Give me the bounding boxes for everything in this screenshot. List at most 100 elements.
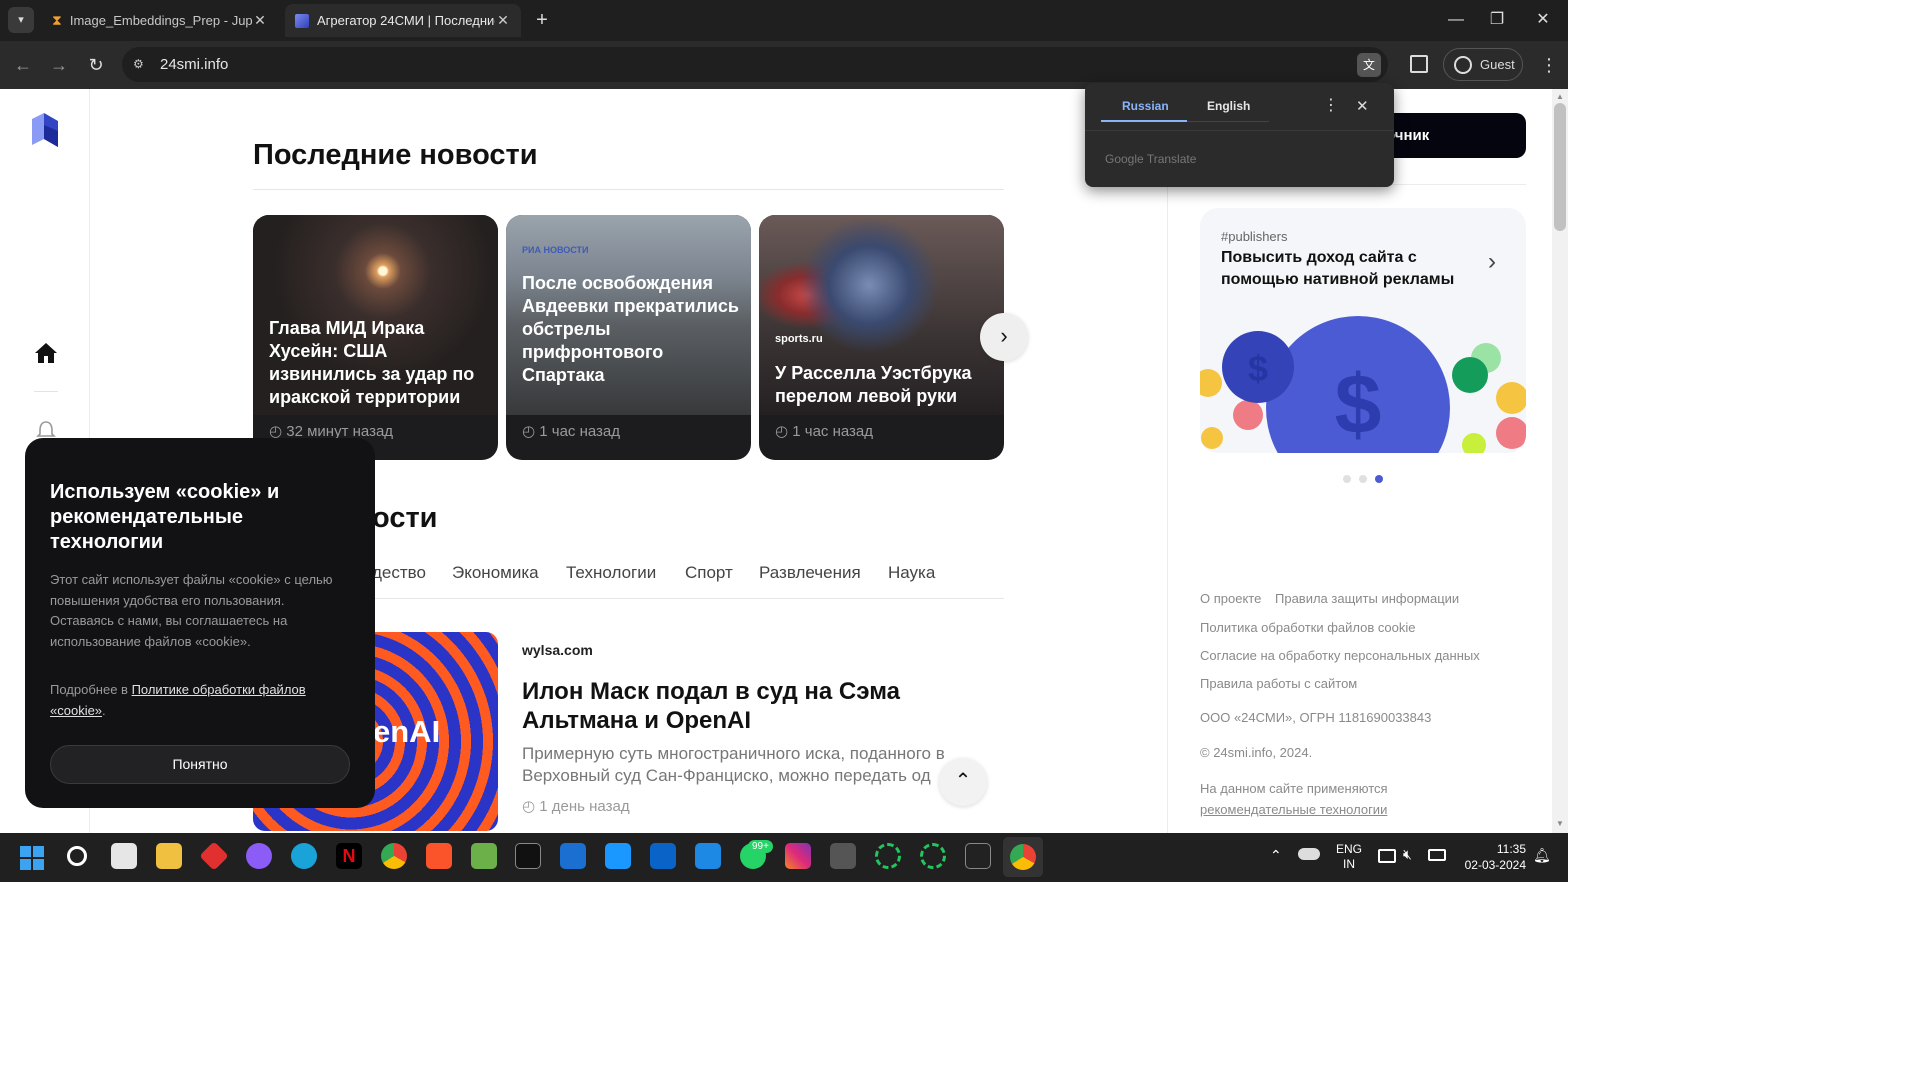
language-code: ENG [1336, 842, 1363, 856]
chevron-right-icon: › [1488, 248, 1496, 275]
terminal-icon[interactable] [515, 843, 541, 869]
cookie-accept-button[interactable]: Понятно [50, 745, 350, 784]
translate-tab-english[interactable]: English [1207, 99, 1250, 113]
footer-link-privacy[interactable]: Правила защиты информации [1275, 591, 1459, 606]
footer-link-consent[interactable]: Согласие на обработку персональных данны… [1200, 648, 1480, 663]
card-title: Глава МИД Ирака Хусейн: США извинились з… [269, 318, 475, 407]
rec-tech-link[interactable]: рекомендательные технологии [1200, 802, 1387, 817]
article-time: ◴ 1 день назад [522, 797, 630, 815]
promo-tag: #publishers [1221, 229, 1288, 244]
store-icon[interactable] [111, 843, 137, 869]
carousel-dots [1343, 470, 1383, 488]
footer-link-rules[interactable]: Правила работы с сайтом [1200, 676, 1357, 691]
app-red-icon[interactable] [199, 841, 229, 871]
tab-24smi[interactable]: Агрегатор 24СМИ | Последние ✕ [285, 4, 521, 37]
side-panel-icon[interactable] [1410, 55, 1428, 73]
company-info: ООО «24СМИ», ОГРН 1181690033843 [1200, 710, 1432, 725]
netflix-icon[interactable]: N [336, 843, 362, 869]
whatsapp-badge: 99+ [748, 840, 773, 853]
news-card[interactable]: Глава МИД Ирака Хусейн: США извинились з… [253, 215, 498, 460]
carousel-dot[interactable] [1359, 475, 1367, 483]
translate-close-icon[interactable]: ✕ [1356, 97, 1369, 115]
category-tab[interactable]: Наука [888, 563, 935, 583]
sports-logo: sports.ru [775, 333, 823, 345]
brave-icon[interactable] [426, 843, 452, 869]
footer-link-cookie[interactable]: Политика обработки файлов cookie [1200, 620, 1415, 635]
cloud-icon[interactable] [1298, 848, 1320, 860]
instagram-icon[interactable] [785, 843, 811, 869]
image-viewer-icon[interactable] [471, 843, 497, 869]
profile-button[interactable]: Guest [1443, 48, 1523, 81]
site-info-icon[interactable]: ⚙ [133, 57, 149, 73]
app-gray-icon[interactable] [830, 843, 856, 869]
notification-bell-icon[interactable]: 🔔︎ [1533, 847, 1551, 864]
tray-chevron-icon[interactable]: ⌃ [1270, 847, 1282, 864]
network-icon[interactable] [1378, 849, 1396, 863]
clock[interactable]: 11:35 02-03-2024 [1456, 841, 1526, 873]
app-green-ring-icon-2[interactable] [920, 843, 946, 869]
category-tab[interactable]: дество [372, 563, 426, 583]
chrome-active-icon[interactable] [1003, 837, 1043, 877]
footer-link-about[interactable]: О проекте [1200, 591, 1261, 606]
news-card[interactable]: sports.ru У Расселла Уэстбрука перелом л… [759, 215, 1004, 460]
clock-icon: ◴ [775, 423, 793, 440]
category-tab[interactable]: Спорт [685, 563, 733, 583]
article-title[interactable]: Илон Маск подал в суд на Сэма Альтмана и… [522, 677, 1002, 735]
translate-tab-indicator [1101, 120, 1187, 122]
windows-start-icon[interactable] [20, 846, 44, 870]
cookie-title: Используем «cookie» и рекомендательные т… [50, 481, 280, 553]
edge-icon[interactable] [291, 843, 317, 869]
divider [1085, 130, 1394, 131]
volume-muted-icon[interactable]: 🔇︎ [1403, 846, 1412, 863]
app-purple-icon[interactable] [246, 843, 272, 869]
category-tab[interactable]: Технологии [566, 563, 656, 583]
cookie-banner: Используем «cookie» и рекомендательные т… [25, 438, 375, 808]
category-tab[interactable]: Экономика [452, 563, 539, 583]
promo-card[interactable]: #publishers Повысить доход сайта с помощ… [1200, 208, 1526, 453]
maximize-button[interactable]: ❐ [1482, 8, 1512, 32]
vscode-icon[interactable] [695, 843, 721, 869]
close-window-button[interactable]: ✕ [1528, 8, 1558, 32]
prime-video-icon[interactable] [605, 843, 631, 869]
translate-tab-russian[interactable]: Russian [1122, 99, 1169, 113]
home-icon[interactable] [33, 341, 59, 365]
tab-search-button[interactable]: ▾ [8, 7, 34, 33]
back-icon[interactable]: ← [10, 53, 36, 77]
app-green-ring-icon[interactable] [875, 843, 901, 869]
battery-icon[interactable] [1428, 849, 1446, 861]
promo-illustration: $ $ [1200, 316, 1526, 453]
address-bar[interactable] [122, 47, 1388, 82]
carousel-dot-active[interactable] [1375, 475, 1383, 483]
tab-jupyter[interactable]: ⧗ Image_Embeddings_Prep - Jupy ✕ [42, 4, 278, 37]
ria-logo: РИА НОВОСТИ [522, 245, 589, 255]
chrome-icon[interactable] [381, 843, 407, 869]
terminal-2-icon[interactable] [965, 843, 991, 869]
hourglass-icon: ⧗ [52, 12, 62, 28]
divider [253, 189, 1004, 190]
close-tab-icon[interactable]: ✕ [495, 12, 511, 29]
carousel-dot[interactable] [1343, 475, 1351, 483]
menu-icon[interactable]: ⋮ [1540, 55, 1558, 76]
24smi-logo[interactable] [30, 111, 62, 147]
language-indicator[interactable]: ENG IN [1336, 842, 1362, 872]
scroll-top-button[interactable]: ⌃ [939, 758, 987, 806]
app-blue-icon[interactable] [560, 843, 586, 869]
article-source[interactable]: wylsa.com [522, 642, 593, 658]
page-scrollbar[interactable]: ▲ ▼ [1552, 89, 1568, 833]
new-tab-button[interactable]: + [530, 8, 554, 32]
file-explorer-icon[interactable] [156, 843, 182, 869]
outlook-icon[interactable] [650, 843, 676, 869]
carousel-next-button[interactable]: › [980, 313, 1028, 361]
category-tab[interactable]: Развлечения [759, 563, 861, 583]
reload-icon[interactable]: ↻ [83, 53, 109, 77]
translate-options-icon[interactable]: ⋮ [1323, 95, 1339, 115]
close-tab-icon[interactable]: ✕ [252, 12, 268, 29]
forward-icon[interactable]: → [46, 53, 72, 77]
translate-icon[interactable]: 文 [1357, 53, 1381, 77]
cookie-body: Этот сайт использует файлы «cookie» с це… [50, 572, 333, 649]
minimize-button[interactable]: — [1441, 8, 1471, 32]
profile-label: Guest [1480, 57, 1515, 72]
news-card[interactable]: РИА НОВОСТИ После освобождения Авдеевки … [506, 215, 751, 460]
search-icon[interactable] [67, 846, 87, 866]
article-image-text: enAI [373, 714, 441, 749]
